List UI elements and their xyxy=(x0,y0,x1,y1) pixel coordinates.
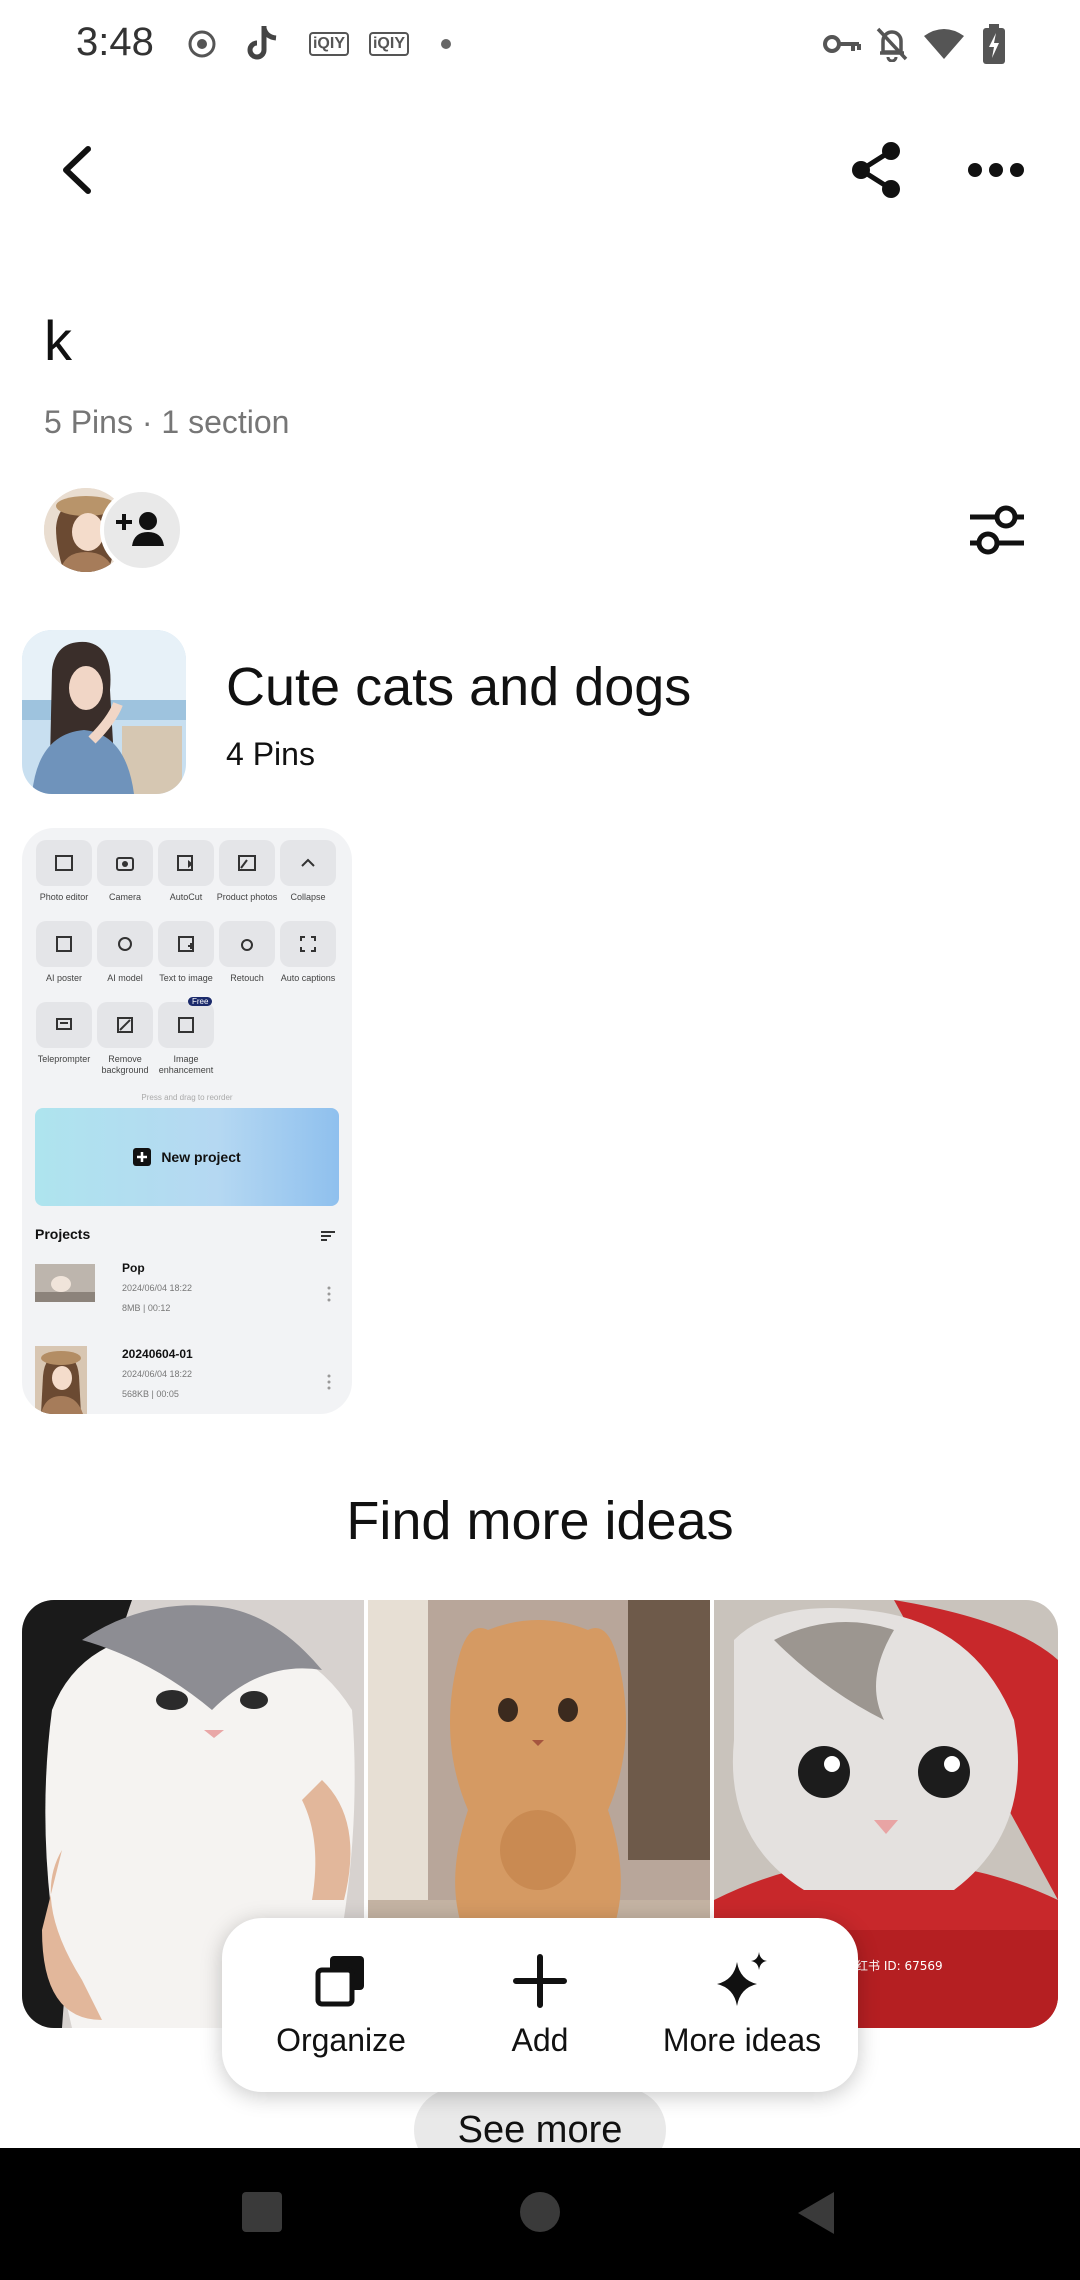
tool-label: AutoCut xyxy=(169,892,203,902)
image-enhancement-icon xyxy=(158,1002,214,1048)
more-ideas-label: More ideas xyxy=(662,2022,822,2058)
plus-square-icon xyxy=(133,1148,152,1166)
plus-icon xyxy=(513,1954,567,2008)
tool-label: Retouch xyxy=(230,973,264,983)
tool-label: Photo editor xyxy=(39,892,89,902)
record-icon xyxy=(182,22,222,66)
tool-label: Text to image xyxy=(159,973,213,983)
more-ideas-button[interactable]: More ideas xyxy=(642,1918,842,2092)
teleprompter-icon xyxy=(36,1002,92,1048)
recents-square-icon[interactable] xyxy=(242,2192,282,2232)
filter-button[interactable] xyxy=(966,500,1028,560)
share-button[interactable] xyxy=(846,138,906,202)
more-button[interactable] xyxy=(964,150,1028,190)
wifi-icon xyxy=(922,22,966,66)
collapse-icon xyxy=(280,840,336,886)
board-title: k xyxy=(44,309,72,372)
project-date: 2024/06/04 18:22 xyxy=(122,1283,193,1293)
sparkle-icon xyxy=(717,1952,767,2006)
photo-editor-icon xyxy=(36,840,92,886)
add-button[interactable]: Add xyxy=(458,1918,622,2092)
project-meta: 8MB | 00:12 xyxy=(122,1303,171,1313)
tool-label: Remove background xyxy=(101,1054,149,1075)
reorder-hint: Press and drag to reorder xyxy=(141,1093,233,1102)
key-icon xyxy=(820,22,864,66)
home-circle-icon[interactable] xyxy=(520,2192,560,2232)
add-label: Add xyxy=(511,2022,569,2058)
find-more-ideas-title: Find more ideas xyxy=(346,1491,734,1551)
project-date: 2024/06/04 18:22 xyxy=(122,1369,193,1379)
status-bar: 3:48 iQIY iQIY xyxy=(0,0,1080,88)
share-icon xyxy=(852,142,900,198)
tool-label: Image enhancement xyxy=(158,1054,214,1075)
tool-label: Product photos xyxy=(216,892,278,902)
more-horizontal-icon xyxy=(968,163,1024,177)
project-thumbnail xyxy=(35,1264,95,1302)
bell-off-icon xyxy=(872,22,912,66)
pin-card[interactable]: Photo editor Camera AutoCut Product phot… xyxy=(22,828,352,1414)
tool-label: Camera xyxy=(108,892,141,902)
add-person-icon xyxy=(116,512,164,546)
back-triangle-icon[interactable] xyxy=(796,2190,836,2236)
text-to-image-icon xyxy=(158,921,214,967)
section-pin-count: 4 Pins xyxy=(226,736,315,772)
board-action-bar: Organize Add More ideas xyxy=(222,1918,858,2092)
tool-label: Teleprompter xyxy=(37,1054,91,1064)
back-button[interactable] xyxy=(48,138,104,202)
camera-icon xyxy=(97,840,153,886)
organize-label: Organize xyxy=(276,2022,406,2058)
iqiyi-icon: iQIY xyxy=(366,22,412,66)
sort-icon xyxy=(321,1231,335,1241)
add-collaborator-button[interactable] xyxy=(100,488,184,572)
project-name: Pop xyxy=(122,1261,145,1275)
new-project-banner: New project xyxy=(35,1108,339,1206)
status-time: 3:48 xyxy=(76,20,154,64)
projects-heading: Projects xyxy=(35,1226,91,1242)
retouch-icon xyxy=(219,921,275,967)
iqiyi-icon: iQIY xyxy=(306,22,352,66)
project-more-icon xyxy=(327,1374,331,1390)
ai-poster-icon xyxy=(36,921,92,967)
organize-icon xyxy=(315,1956,364,2007)
chevron-left-icon xyxy=(63,146,91,194)
system-nav-bar xyxy=(0,2148,1080,2280)
free-badge: Free xyxy=(188,997,213,1006)
battery-charging-icon xyxy=(974,22,1014,66)
project-more-icon xyxy=(327,1286,331,1302)
autocut-icon xyxy=(158,840,214,886)
project-thumbnail xyxy=(35,1346,87,1414)
tool-label: Auto captions xyxy=(280,973,336,983)
tiktok-icon xyxy=(242,22,282,66)
sliders-icon xyxy=(970,505,1024,555)
product-photos-icon xyxy=(219,840,275,886)
organize-button[interactable]: Organize xyxy=(250,1918,432,2092)
section-cover-image[interactable] xyxy=(22,630,186,794)
dot-icon xyxy=(426,22,466,66)
board-meta: 5 Pins · 1 section xyxy=(44,404,290,440)
project-meta: 568KB | 00:05 xyxy=(122,1389,179,1399)
watermark-text: 小红书 ID: 67569 xyxy=(844,1958,943,1973)
tool-label: AI model xyxy=(107,973,143,983)
remove-background-icon xyxy=(97,1002,153,1048)
new-project-label: New project xyxy=(161,1149,241,1165)
section-title[interactable]: Cute cats and dogs xyxy=(226,656,691,718)
project-name: 20240604-01 xyxy=(122,1347,193,1361)
auto-captions-icon xyxy=(280,921,336,967)
tool-label: Collapse xyxy=(290,892,326,902)
ai-model-icon xyxy=(97,921,153,967)
tool-label: AI poster xyxy=(45,973,83,983)
